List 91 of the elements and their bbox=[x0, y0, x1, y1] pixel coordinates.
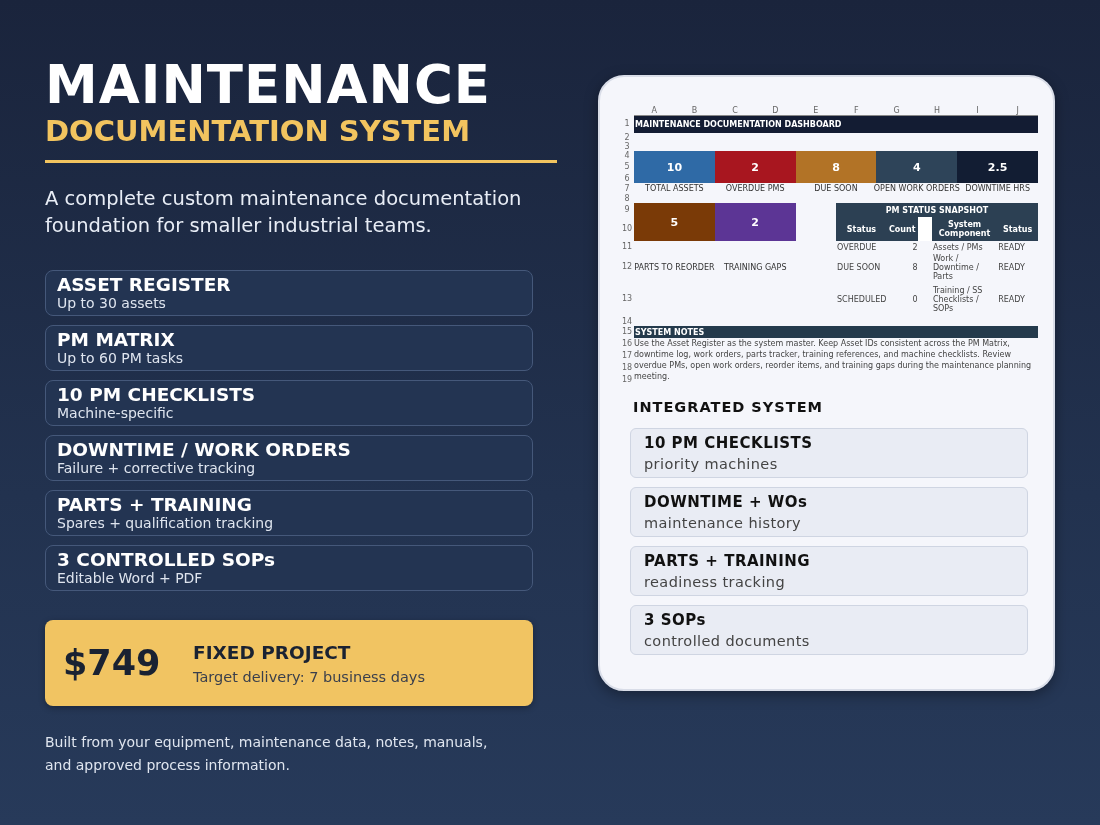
feature-title: ASSET REGISTER bbox=[57, 274, 231, 295]
card-subtitle: readiness tracking bbox=[644, 574, 786, 590]
table-cell-text: DUE SOON bbox=[836, 261, 882, 274]
column-header: E bbox=[813, 105, 819, 115]
kpi-tile: 4 bbox=[876, 151, 958, 183]
kpi-label: OVERDUE PMS bbox=[725, 184, 785, 193]
notes-heading: SYSTEM NOTES bbox=[634, 326, 1038, 338]
feature-subtitle: Machine-specific bbox=[57, 405, 174, 422]
feature-subtitle: Editable Word + PDF bbox=[57, 570, 203, 587]
table-cell-text: READY bbox=[997, 293, 1026, 306]
table-cell-text: Assets / PMs bbox=[931, 241, 984, 253]
row-number: 15 bbox=[621, 328, 633, 336]
column-header: I bbox=[976, 105, 979, 115]
kpi-label: TOTAL ASSETS bbox=[645, 184, 704, 193]
column-header: A bbox=[651, 105, 657, 115]
section-heading: INTEGRATED SYSTEM bbox=[633, 399, 823, 415]
price-label: FIXED PROJECT bbox=[193, 641, 351, 663]
row-number: 3 bbox=[624, 142, 630, 151]
row-number: 10 bbox=[621, 225, 633, 233]
feature-title: 3 CONTROLLED SOPs bbox=[57, 549, 275, 570]
row-number: 19 bbox=[621, 375, 633, 384]
row-number: 6 bbox=[624, 174, 630, 183]
feature-subtitle: Failure + corrective tracking bbox=[57, 460, 256, 477]
table-cell-text: READY bbox=[997, 241, 1026, 253]
card-subtitle: priority machines bbox=[644, 456, 778, 472]
card-subtitle: maintenance history bbox=[644, 515, 802, 531]
column-heading: Status bbox=[836, 217, 887, 241]
card-title: DOWNTIME + WOs bbox=[644, 493, 808, 511]
page-title: MAINTENANCE bbox=[45, 56, 492, 114]
feature-subtitle: Up to 30 assets bbox=[57, 295, 166, 312]
row-number: 7 bbox=[624, 184, 630, 193]
kpi-tile: 2 bbox=[714, 203, 796, 241]
notes-text: Use the Asset Register as the system master. Keep Asset IDs consistent across the PM Matrix, downtime log, work orders, parts tracker, training references, and machine checklists. Review overdue PMs, open work orders, reorder items, and training gaps during the maintenance planning meeting. bbox=[634, 338, 1033, 383]
kpi-label: OPEN WORK ORDERS bbox=[873, 184, 960, 193]
feature-subtitle: Spares + qualification tracking bbox=[57, 515, 274, 532]
feature-subtitle: Up to 60 PM tasks bbox=[57, 350, 184, 367]
feature-title: DOWNTIME / WORK ORDERS bbox=[57, 439, 351, 460]
row-number: 16 bbox=[621, 340, 633, 348]
row-number: 18 bbox=[621, 364, 633, 372]
table-cell-text: Training / SS Checklists / SOPs bbox=[931, 284, 984, 315]
row-number: 11 bbox=[621, 243, 633, 251]
card-title: 10 PM CHECKLISTS bbox=[644, 434, 813, 452]
feature-title: PARTS + TRAINING bbox=[57, 494, 253, 515]
feature-title: PM MATRIX bbox=[57, 329, 175, 350]
description: A complete custom maintenance documentation foundation for smaller industrial teams. bbox=[45, 186, 523, 239]
column-header: B bbox=[691, 105, 698, 115]
kpi-label: PARTS TO REORDER bbox=[634, 262, 715, 272]
table-title: PM STATUS SNAPSHOT bbox=[836, 203, 1038, 217]
kpi-tile: 5 bbox=[634, 203, 715, 241]
kpi-tile: 2 bbox=[714, 151, 796, 183]
card-subtitle: controlled documents bbox=[644, 633, 810, 649]
row-number: 13 bbox=[621, 295, 633, 303]
row-number: 9 bbox=[624, 206, 630, 214]
column-heading: System Component bbox=[931, 217, 998, 241]
row-number: 8 bbox=[624, 194, 630, 203]
column-heading: Count bbox=[887, 217, 918, 241]
column-header: D bbox=[772, 105, 779, 115]
price: $749 bbox=[63, 643, 162, 683]
table-cell-text: Work / Downtime / Parts bbox=[931, 253, 980, 281]
table-cell-text: READY bbox=[997, 261, 1026, 274]
kpi-label: TRAINING GAPS bbox=[723, 262, 787, 272]
column-header: F bbox=[853, 105, 859, 115]
table-cell-text: SCHEDULED bbox=[836, 293, 887, 306]
column-header: G bbox=[893, 105, 900, 115]
page-subtitle: DOCUMENTATION SYSTEM bbox=[45, 114, 471, 148]
row-number: 14 bbox=[621, 317, 633, 326]
dashboard-title: MAINTENANCE DOCUMENTATION DASHBOARD bbox=[634, 115, 1038, 133]
row-number: 2 bbox=[624, 133, 630, 142]
column-header: H bbox=[934, 105, 940, 115]
kpi-tile: 2.5 bbox=[957, 151, 1038, 183]
card-title: 3 SOPs bbox=[644, 611, 706, 629]
table-cell-text: OVERDUE bbox=[836, 241, 878, 253]
kpi-label: DUE SOON bbox=[814, 184, 858, 193]
kpi-tile: 10 bbox=[634, 151, 715, 183]
feature-title: 10 PM CHECKLISTS bbox=[57, 384, 256, 405]
row-number: 17 bbox=[621, 352, 633, 360]
table-cell-text: 8 bbox=[911, 261, 918, 274]
card-title: PARTS + TRAINING bbox=[644, 552, 811, 570]
column-heading: Status bbox=[997, 217, 1038, 241]
footer-note: Built from your equipment, maintenance data, notes, manuals, and approved process information. bbox=[45, 733, 489, 775]
row-number: 5 bbox=[624, 163, 630, 171]
column-header: J bbox=[1016, 105, 1019, 115]
row-number: 1 bbox=[624, 120, 630, 128]
delivery-note: Target delivery: 7 business days bbox=[193, 668, 425, 685]
table-cell-text: 0 bbox=[911, 293, 918, 306]
kpi-label: DOWNTIME HRS bbox=[965, 184, 1030, 193]
row-number: 12 bbox=[621, 263, 633, 271]
kpi-tile: 8 bbox=[795, 151, 877, 183]
row-number: 4 bbox=[624, 151, 630, 160]
table-cell-text: 2 bbox=[911, 241, 918, 253]
column-header: C bbox=[732, 105, 738, 115]
